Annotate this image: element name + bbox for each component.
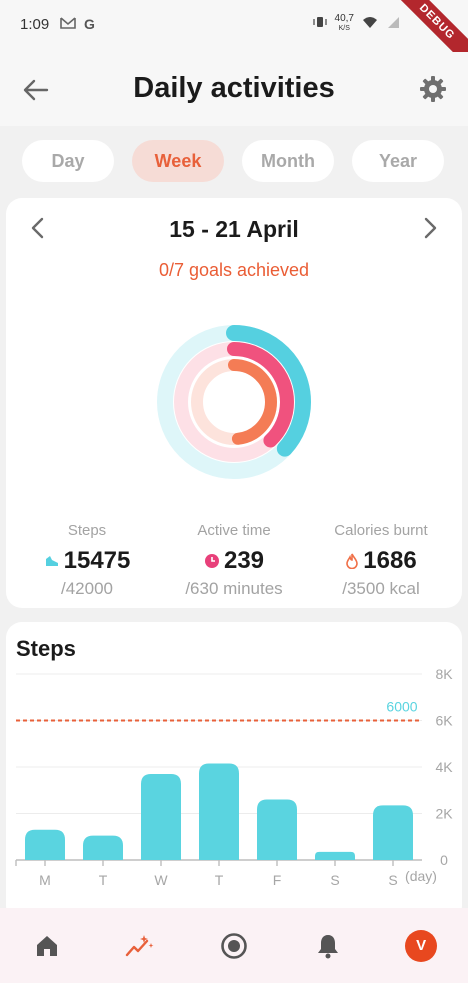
y-tick-label: 2K [435,806,453,822]
home-icon [36,935,57,956]
wifi-icon [362,16,378,32]
bar-3[interactable] [199,763,239,860]
activity-icon [126,934,154,956]
steps-chart-card: Steps 0 2K 4K 6K 8K M T W T F S S (day) 6000 [6,622,462,922]
goals-achieved: 0/7 goals achieved [158,260,310,280]
signal-icon [386,16,400,32]
x-tick-label: S [388,872,397,888]
y-tick-label: 6K [435,713,453,729]
x-tick-label: S [330,872,339,888]
settings-button[interactable] [416,72,450,106]
steps-bar-chart: 0 2K 4K 6K 8K M T W T F S S (day) 6000 [15,666,453,888]
bar-5[interactable] [315,851,355,860]
stat-steps-label: Steps [67,522,107,539]
stat-active-value: 239 [223,547,265,574]
bar-0[interactable] [25,829,65,860]
bar-1[interactable] [83,835,123,860]
page-title: Daily activities [133,72,335,104]
bar-6[interactable] [373,805,413,860]
tab-week[interactable]: Week [132,140,224,182]
bell-icon [317,934,338,958]
x-tick-label: T [215,872,224,888]
nav-profile[interactable]: V [399,924,443,968]
status-time: 1:09 [20,16,50,33]
tab-year[interactable]: Year [352,140,444,182]
nav-activity[interactable] [118,924,162,968]
x-unit-label: (day) [405,868,437,884]
stat-active-goal: /630 minutes [185,579,283,598]
goal-label: 6000 [386,699,417,715]
chevron-right-icon[interactable] [418,216,442,240]
clock-icon [204,554,219,568]
tab-month[interactable]: Month [242,140,334,182]
bar-4[interactable] [257,799,297,860]
flame-icon [346,553,359,569]
x-tick-label: M [39,872,51,888]
stat-calories-goal: /3500 kcal [342,579,420,598]
record-icon [221,932,247,959]
stat-active-label: Active time [197,522,271,539]
nav-notifications[interactable] [306,924,350,968]
vibrate-icon [312,15,327,32]
nav-record[interactable] [212,924,256,968]
shoe-icon [45,556,58,566]
nav-home[interactable] [25,924,69,968]
bottom-navigation: V [0,908,468,983]
status-bar: 1:09 G 40,7 K/S DEBUG [0,0,468,76]
x-tick-label: F [273,872,282,888]
activity-rings [157,325,311,479]
gmail-icon [60,16,76,33]
stat-calories-value: 1686 [363,547,417,574]
period-tabs: Day Week Month Year [22,140,446,182]
y-tick-label: 8K [435,666,453,682]
gear-icon [420,76,446,102]
stat-steps-value: 15475 [63,547,131,574]
y-tick-label: 4K [435,759,453,775]
stat-calories-label: Calories burnt [334,522,428,539]
network-speed: 40,7 K/S [334,13,354,33]
y-tick-label: 0 [440,852,448,868]
x-tick-label: T [99,872,108,888]
summary-card: 15 - 21 April 0/7 goals achieved Steps 1… [6,198,462,608]
stat-calories: Calories burnt 1686 /3500 kcal [306,522,456,599]
x-tick-label: W [154,872,168,888]
stat-active-time: Active time 239 /630 minutes [159,522,309,599]
stat-steps-goal: /42000 [61,579,113,598]
google-icon: G [84,16,95,32]
app-header: Daily activities [0,52,468,126]
week-range: 15 - 21 April [169,216,299,242]
stat-steps: Steps 15475 /42000 [12,522,162,599]
avatar: V [405,929,438,962]
bar-2[interactable] [141,773,181,860]
tab-day[interactable]: Day [22,140,114,182]
